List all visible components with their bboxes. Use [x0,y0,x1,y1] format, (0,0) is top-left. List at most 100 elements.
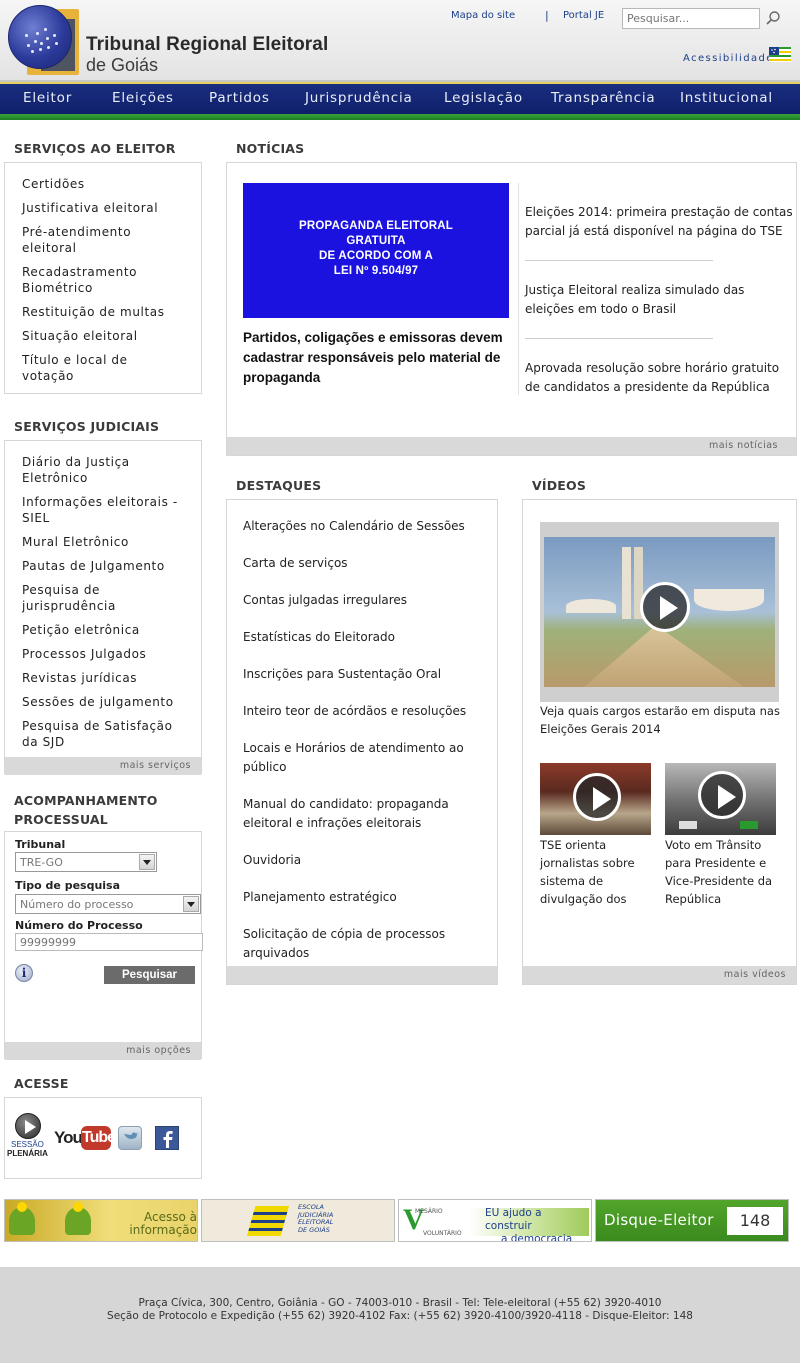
highlights-panel: Alterações no Calendário de Sessões Cart… [226,499,498,985]
judicial-link-pautas[interactable]: Pautas de Julgamento [22,558,165,574]
judicial-link-siel[interactable]: Informações eleitorais - SIEL [22,494,197,526]
search-icon[interactable] [765,10,781,26]
access-title: ACESSE [14,1076,69,1091]
news-headline[interactable]: Partidos, coligações e emissoras devem c… [243,328,509,388]
process-number-input[interactable] [15,933,203,951]
voter-link-certidoes[interactable]: Certidões [22,176,85,192]
voter-services-box: Certidões Justificativa eleitoral Pré-at… [4,162,202,394]
news-panel: PROPAGANDA ELEITORAL GRATUITA DE ACORDO … [226,162,797,456]
site-title[interactable]: Tribunal Regional Eleitoral [86,34,328,56]
volunteer-slogan: EU ajudo a construir a democracia [485,1207,573,1242]
judicial-link-diario[interactable]: Diário da Justiça Eletrônico [22,454,172,486]
search-type-select[interactable]: Número do processo [15,894,201,914]
voter-link-pre-atendimento[interactable]: Pré-atendimento eleitoral [22,224,172,256]
main-video-thumbnail[interactable] [540,522,779,702]
sitemap-link[interactable]: Mapa do site [451,10,515,21]
school-logo-icon [247,1206,289,1236]
play-icon[interactable] [640,582,690,632]
nav-item-legislacao[interactable]: Legislação [444,90,523,106]
more-options-link[interactable]: mais opções [126,1045,191,1056]
highlights-title: DESTAQUES [236,478,322,493]
top-links-separator: | [545,9,549,22]
videos-panel: Veja quais cargos estarão em disputa nas… [522,499,797,985]
highlight-link[interactable]: Solicitação de cópia de processos arquiv… [243,925,463,963]
judicial-services-title: SERVIÇOS JUDICIAIS [14,419,160,434]
search-type-select-value: Número do processo [20,898,134,911]
nav-item-jurisprudencia[interactable]: Jurisprudência [305,90,413,106]
access-information-banner[interactable]: Acesso à informação [4,1199,198,1242]
video-thumbnail-2[interactable] [665,763,776,835]
nav-item-institucional[interactable]: Institucional [680,90,773,106]
highlight-link[interactable]: Locais e Horários de atendimento ao públ… [243,739,483,777]
search-input[interactable] [622,8,760,29]
more-options-bar: mais opções [5,1042,201,1060]
nav-item-partidos[interactable]: Partidos [209,90,270,106]
highlight-link[interactable]: Carta de serviços [243,554,483,573]
youtube-icon[interactable]: You Tube [54,1126,116,1152]
voter-link-justificativa[interactable]: Justificativa eleitoral [22,200,158,216]
chevron-down-icon [139,854,155,870]
main-video-caption[interactable]: Veja quais cargos estarão em disputa nas… [540,702,780,738]
highlight-link[interactable]: Manual do candidato: propaganda eleitora… [243,795,483,833]
site-subtitle[interactable]: de Goiás [86,55,158,76]
site-footer: Praça Cívica, 300, Centro, Goiânia - GO … [0,1267,800,1363]
videos-title: VÍDEOS [532,478,587,493]
more-services-link[interactable]: mais serviços [120,760,191,771]
volunteer-logo: V MESÁRIO VOLUNTÁRIO [403,1203,462,1238]
news-image-line: DE ACORDO COM A [319,250,433,262]
voter-link-recadastramento[interactable]: Recadastramento Biométrico [22,264,172,296]
tribunal-label: Tribunal [15,838,66,851]
nav-item-eleicoes[interactable]: Eleições [112,90,174,106]
voter-link-titulo[interactable]: Título e local de votação [22,352,172,384]
info-icon[interactable]: i [15,964,33,982]
judicial-link-pesquisa-juris[interactable]: Pesquisa de jurisprudência [22,582,152,614]
news-item[interactable]: Aprovada resolução sobre horário gratuit… [525,359,793,397]
judicial-link-mural[interactable]: Mural Eletrônico [22,534,129,550]
twitter-icon[interactable] [118,1126,142,1150]
hotline-number: 148 [727,1207,783,1235]
highlight-link[interactable]: Contas julgadas irregulares [243,591,483,610]
more-videos-link[interactable]: mais vídeos [724,969,786,980]
judicial-link-peticao[interactable]: Petição eletrônica [22,622,140,638]
voter-link-restituicao[interactable]: Restituição de multas [22,304,165,320]
accessibility-link[interactable]: Acessibilidade [683,53,774,64]
nav-item-transparencia[interactable]: Transparência [551,90,655,106]
highlight-link[interactable]: Alterações no Calendário de Sessões [243,517,483,536]
video-caption-2[interactable]: Voto em Trânsito para Presidente e Vice-… [665,836,783,908]
tribunal-select[interactable]: TRE-GO [15,852,157,872]
play-icon[interactable] [698,771,746,819]
news-item[interactable]: Justiça Eleitoral realiza simulado das e… [525,281,793,319]
session-plenary-link[interactable]: SESSÃO PLENÁRIA [7,1113,55,1163]
facebook-icon[interactable] [155,1126,179,1150]
judicial-link-satisfacao[interactable]: Pesquisa de Satisfação da SJD [22,718,192,750]
tre-logo-icon[interactable] [8,5,72,69]
video-thumbnail-1[interactable] [540,763,651,835]
plenary-label: PLENÁRIA [7,1149,48,1158]
video-caption-1[interactable]: TSE orienta jornalistas sobre sistema de… [540,836,651,908]
nav-item-eleitor[interactable]: Eleitor [23,90,72,106]
judicial-link-revistas[interactable]: Revistas jurídicas [22,670,137,686]
hotline-banner[interactable]: Disque-Eleitor 148 [595,1199,789,1242]
highlight-link[interactable]: Ouvidoria [243,851,483,870]
process-search-button[interactable]: Pesquisar [104,966,195,984]
chevron-down-icon [183,896,199,912]
highlight-link[interactable]: Inscrições para Sustentação Oral [243,665,483,684]
school-banner[interactable]: ESCOLA JUDICIÁRIA ELEITORAL DE GOIÁS [201,1199,395,1242]
process-number-label: Número do Processo [15,919,143,932]
judicial-link-sessoes[interactable]: Sessões de julgamento [22,694,174,710]
play-icon[interactable] [573,773,621,821]
portal-je-link[interactable]: Portal JE [563,10,604,21]
tribunal-select-value: TRE-GO [20,856,63,869]
news-image[interactable]: PROPAGANDA ELEITORAL GRATUITA DE ACORDO … [243,183,509,318]
highlight-link[interactable]: Inteiro teor de acórdãos e resoluções [243,702,483,721]
highlight-link[interactable]: Estatísticas do Eleitorado [243,628,483,647]
session-label: SESSÃO [11,1140,44,1149]
judicial-link-processos[interactable]: Processos Julgados [22,646,146,662]
voter-link-situacao[interactable]: Situação eleitoral [22,328,138,344]
news-divider [518,183,519,395]
nav-accent-bar [0,114,800,120]
news-item[interactable]: Eleições 2014: primeira prestação de con… [525,203,793,241]
highlight-link[interactable]: Planejamento estratégico [243,888,483,907]
volunteer-banner[interactable]: V MESÁRIO VOLUNTÁRIO EU ajudo a construi… [398,1199,592,1242]
more-news-link[interactable]: mais notícias [709,440,778,451]
